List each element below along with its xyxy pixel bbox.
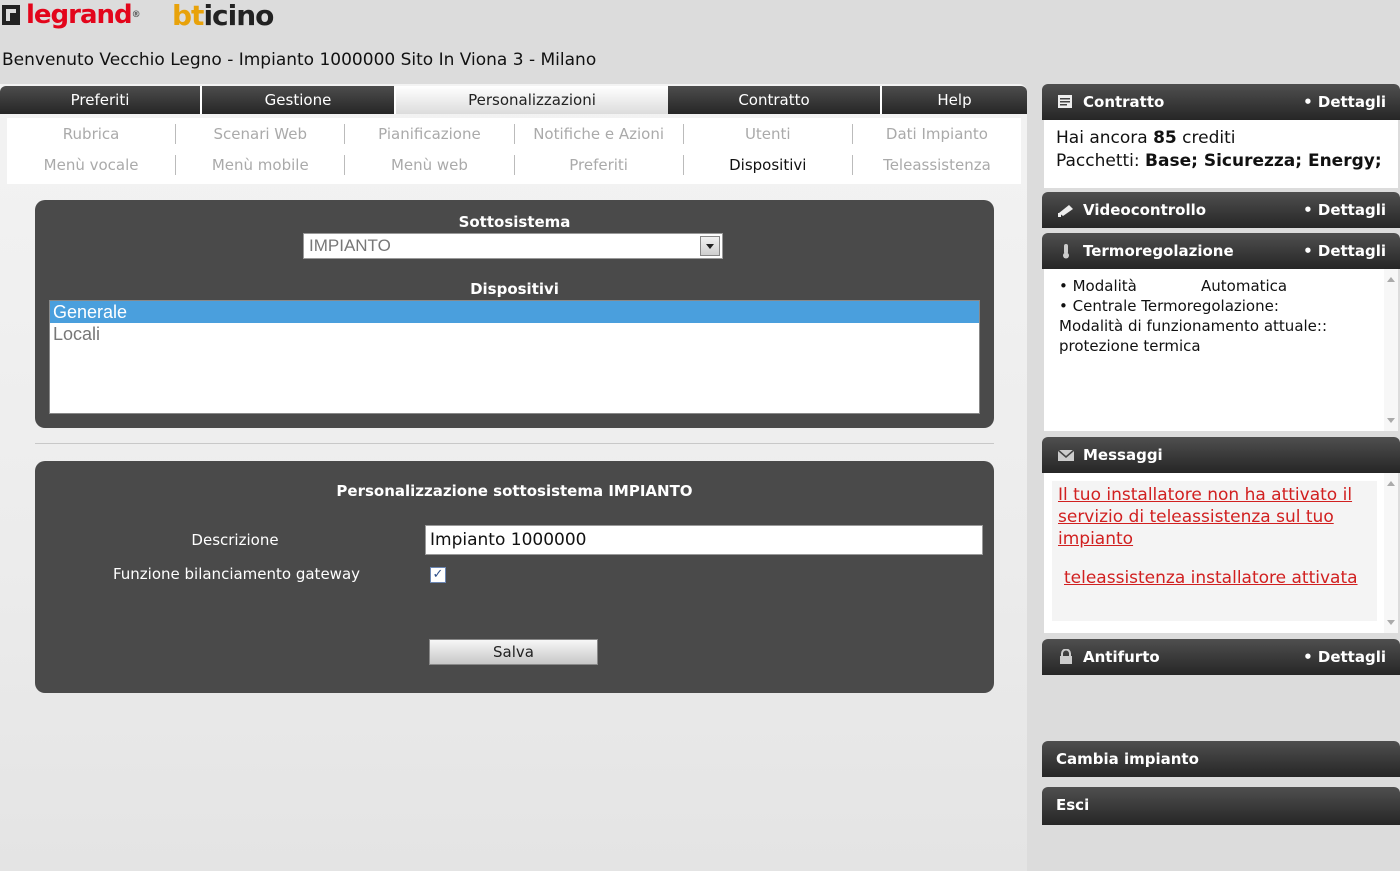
welcome-text: Benvenuto Vecchio Legno - Impianto 10000… xyxy=(2,50,597,70)
contratto-details-link[interactable]: • Dettagli xyxy=(1303,93,1386,111)
centrale-line: • Centrale Termoregolazione: xyxy=(1059,297,1279,315)
legrand-logo-text: legrand xyxy=(26,0,133,30)
devices-label: Dispositivi xyxy=(470,280,559,298)
packages-line: Pacchetti: Base; Sicurezza; Energy; xyxy=(1056,151,1382,171)
antifurto-header: Antifurto • Dettagli xyxy=(1042,639,1400,675)
gateway-checkbox[interactable]: ✓ xyxy=(430,567,446,583)
packages-value: Base; Sicurezza; Energy; xyxy=(1145,151,1382,171)
customization-panel: Personalizzazione sottosistema IMPIANTO … xyxy=(35,461,994,693)
contratto-header: Contratto • Dettagli xyxy=(1042,84,1400,120)
tab-preferiti[interactable]: Preferiti xyxy=(0,86,202,114)
messaggi-header: Messaggi xyxy=(1042,437,1400,473)
credits-value: 85 xyxy=(1153,128,1177,148)
messaggi-body: Il tuo installatore non ha attivato il s… xyxy=(1044,473,1398,633)
funzionamento-line: Modalità di funzionamento attuale:: xyxy=(1059,317,1328,335)
save-button[interactable]: Salva xyxy=(429,639,598,665)
message-2-link[interactable]: teleassistenza installatore attivata xyxy=(1064,568,1358,588)
lock-icon xyxy=(1060,649,1072,664)
subsystem-panel: Sottosistema IMPIANTO Dispositivi Genera… xyxy=(35,200,994,428)
subnav-menu-mobile[interactable]: Menù mobile xyxy=(176,154,346,175)
bticino-logo-part1: bt xyxy=(172,0,204,32)
subnav-preferiti[interactable]: Preferiti xyxy=(515,154,684,175)
scroll-down-icon[interactable] xyxy=(1387,418,1395,423)
subnav-pianificazione[interactable]: Pianificazione xyxy=(345,123,515,144)
gateway-label: Funzione bilanciamento gateway xyxy=(112,565,361,583)
mail-icon xyxy=(1057,449,1075,461)
scroll-up-icon[interactable] xyxy=(1387,481,1395,486)
subnav-dispositivi[interactable]: Dispositivi xyxy=(684,154,853,175)
subnav-row-2: Menù vocale Menù mobile Menù web Preferi… xyxy=(7,149,1021,180)
protezione-line: protezione termica xyxy=(1059,337,1201,355)
list-item-generale[interactable]: Generale xyxy=(50,301,979,323)
message-2[interactable]: teleassistenza installatore attivata xyxy=(1064,567,1358,589)
messaggi-title: Messaggi xyxy=(1083,446,1163,464)
modalita-label: • Modalità xyxy=(1059,277,1137,295)
antifurto-details-link[interactable]: • Dettagli xyxy=(1303,648,1386,666)
modalita-value: Automatica xyxy=(1201,277,1288,295)
videocontrollo-title: Videocontrollo xyxy=(1083,201,1207,219)
description-field[interactable]: Impianto 1000000 xyxy=(425,525,983,555)
subnav-scenari-web[interactable]: Scenari Web xyxy=(176,123,346,144)
subnav-row-1: Rubrica Scenari Web Pianificazione Notif… xyxy=(7,118,1021,149)
tab-contratto[interactable]: Contratto xyxy=(668,86,882,114)
legrand-mark-icon xyxy=(2,5,20,25)
chevron-down-icon[interactable] xyxy=(700,236,720,256)
subsystem-label: Sottosistema xyxy=(458,213,571,231)
bticino-logo: bticino xyxy=(172,0,274,32)
sub-navigation: Rubrica Scenari Web Pianificazione Notif… xyxy=(7,118,1021,184)
subsystem-select-value: IMPIANTO xyxy=(309,236,391,255)
termo-scrollbar[interactable] xyxy=(1384,269,1398,431)
credits-suffix: crediti xyxy=(1176,128,1236,148)
bticino-logo-part2: icino xyxy=(203,0,274,32)
message-1-link[interactable]: Il tuo installatore non ha attivato il s… xyxy=(1058,485,1352,549)
tab-personalizzazioni[interactable]: Personalizzazioni xyxy=(396,86,668,114)
subnav-notifiche-azioni[interactable]: Notifiche e Azioni xyxy=(515,123,684,144)
video-icon xyxy=(1058,205,1073,217)
subsystem-select[interactable]: IMPIANTO xyxy=(303,233,723,259)
cambia-impianto-button[interactable]: Cambia impianto xyxy=(1042,741,1400,777)
termoregolazione-body: • Modalità Automatica • Centrale Termore… xyxy=(1044,269,1398,431)
main-tabs: Preferiti Gestione Personalizzazioni Con… xyxy=(0,86,1027,114)
credits-prefix: Hai ancora xyxy=(1056,128,1154,148)
videocontrollo-header: Videocontrollo • Dettagli xyxy=(1042,192,1400,228)
tab-gestione[interactable]: Gestione xyxy=(202,86,396,114)
esci-label: Esci xyxy=(1056,796,1090,814)
customization-title: Personalizzazione sottosistema IMPIANTO xyxy=(336,482,693,500)
messaggi-scrollbar[interactable] xyxy=(1384,473,1398,633)
subnav-menu-vocale[interactable]: Menù vocale xyxy=(7,154,177,175)
scroll-up-icon[interactable] xyxy=(1387,277,1395,282)
termoregolazione-title: Termoregolazione xyxy=(1083,242,1234,260)
videocontrollo-details-link[interactable]: • Dettagli xyxy=(1303,201,1386,219)
subnav-menu-web[interactable]: Menù web xyxy=(345,154,515,175)
legrand-logo: legrand ® xyxy=(2,0,141,30)
subnav-utenti[interactable]: Utenti xyxy=(684,123,853,144)
list-item-locali[interactable]: Locali xyxy=(50,323,979,345)
logo-bar: legrand ® bticino xyxy=(0,0,1400,40)
cambia-impianto-label: Cambia impianto xyxy=(1056,750,1199,768)
packages-prefix: Pacchetti: xyxy=(1056,151,1146,171)
legrand-registered-mark: ® xyxy=(131,10,141,20)
subnav-dati-impianto[interactable]: Dati Impianto xyxy=(853,124,1021,144)
esci-button[interactable]: Esci xyxy=(1042,787,1400,825)
termoregolazione-details-link[interactable]: • Dettagli xyxy=(1303,242,1386,260)
credits-line: Hai ancora 85 crediti xyxy=(1056,128,1235,148)
message-1[interactable]: Il tuo installatore non ha attivato il s… xyxy=(1058,484,1373,550)
scroll-down-icon[interactable] xyxy=(1387,620,1395,625)
contract-icon xyxy=(1058,95,1072,108)
subnav-rubrica[interactable]: Rubrica xyxy=(7,123,177,144)
contratto-body: Hai ancora 85 crediti Pacchetti: Base; S… xyxy=(1044,120,1398,188)
subnav-teleassistenza[interactable]: Teleassistenza xyxy=(853,155,1021,175)
thermometer-icon xyxy=(1063,244,1069,259)
tab-help[interactable]: Help xyxy=(882,86,1027,114)
messages-box: Il tuo installatore non ha attivato il s… xyxy=(1052,481,1377,621)
description-label: Descrizione xyxy=(191,531,279,549)
termoregolazione-header: Termoregolazione • Dettagli xyxy=(1042,233,1400,269)
divider xyxy=(35,443,994,444)
contratto-title: Contratto xyxy=(1083,93,1165,111)
antifurto-title: Antifurto xyxy=(1083,648,1160,666)
devices-listbox[interactable]: Generale Locali xyxy=(49,300,980,414)
